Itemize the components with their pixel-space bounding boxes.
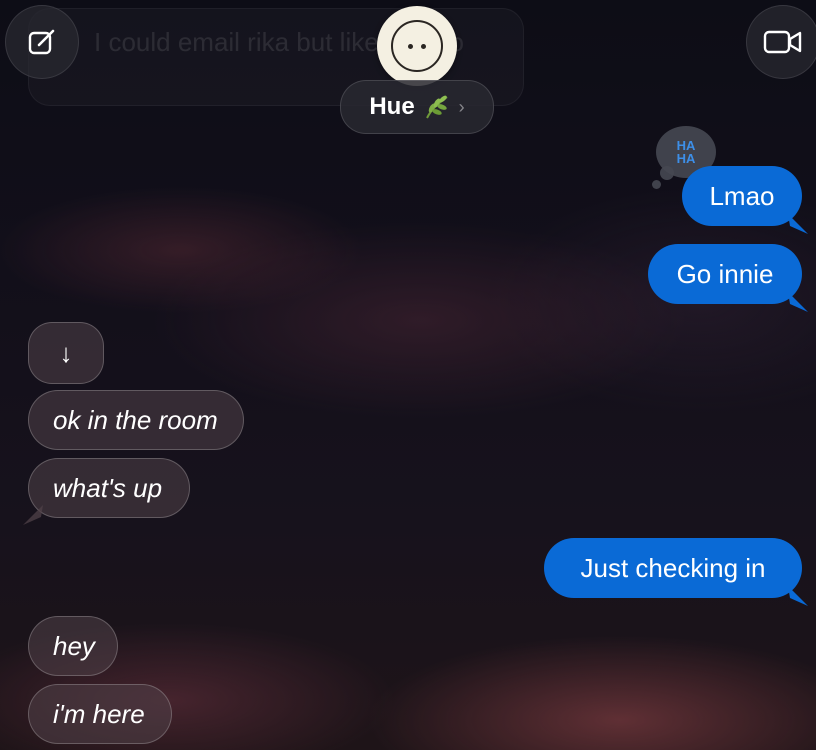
contact-name: Hue xyxy=(369,93,415,120)
message-text: hey xyxy=(53,630,95,661)
chevron-right-icon: › xyxy=(458,96,465,117)
compose-icon xyxy=(28,29,55,55)
arrow-down-icon: ↓ xyxy=(59,337,73,368)
compose-button[interactable] xyxy=(5,5,79,79)
message-text: ok in the room xyxy=(53,404,218,435)
tapback-tail-dot xyxy=(660,166,674,180)
message-text: what's up xyxy=(53,472,163,503)
message-bubble-sent[interactable]: Go innie xyxy=(648,244,808,312)
message-bubble-sent[interactable]: Lmao xyxy=(682,166,808,234)
message-text: Go innie xyxy=(676,258,774,289)
video-camera-icon xyxy=(763,30,802,54)
bubble-tail xyxy=(788,292,808,312)
message-bubble-received[interactable]: what's up xyxy=(23,458,190,525)
tapback-text-line2: HA xyxy=(676,151,696,166)
leaf-icon xyxy=(425,95,448,119)
message-text: Lmao xyxy=(709,180,775,211)
message-bubble-sent[interactable]: Just checking in xyxy=(544,538,808,606)
contact-name-button[interactable]: Hue › xyxy=(340,80,494,134)
scroll-to-bottom-button[interactable]: ↓ xyxy=(28,322,104,384)
bubble-tail xyxy=(788,214,808,234)
message-text: Just checking in xyxy=(580,552,766,583)
facetime-video-button[interactable] xyxy=(746,5,816,79)
bubble-tail xyxy=(23,505,43,525)
message-bubble-received[interactable]: ok in the room xyxy=(28,390,244,450)
tapback-tail-dot-small xyxy=(652,180,661,189)
bubble-tail xyxy=(788,586,808,606)
message-text: i'm here xyxy=(53,698,145,729)
message-bubble-received[interactable]: i'm here xyxy=(28,684,172,744)
avatar-face-icon xyxy=(391,20,443,72)
contact-avatar[interactable] xyxy=(377,6,457,86)
message-bubble-received[interactable]: hey xyxy=(28,616,118,676)
